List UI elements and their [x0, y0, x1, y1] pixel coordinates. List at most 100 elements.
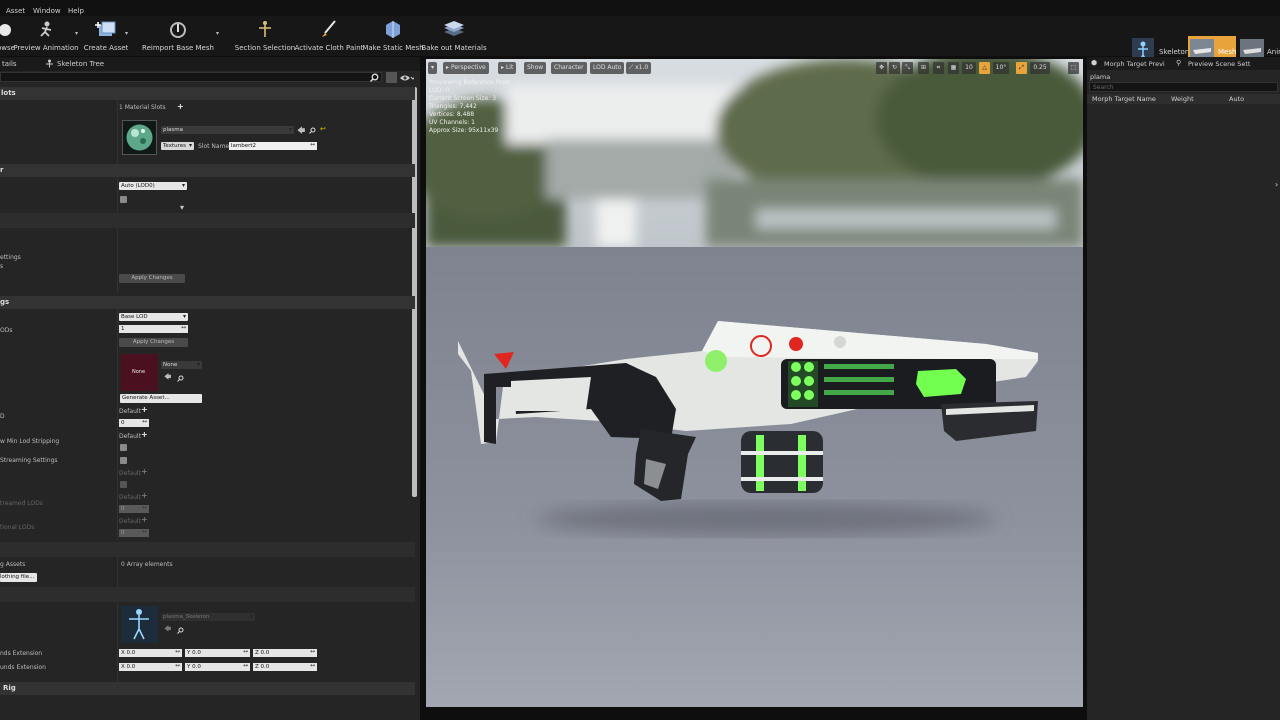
arrow-left-icon[interactable]: 🡄	[297, 125, 305, 139]
lod-auto-button[interactable]: LOD Auto	[590, 62, 625, 74]
none-dropdown[interactable]: None	[161, 361, 202, 369]
arrow-left-icon[interactable]: 🡄	[164, 625, 171, 636]
add-override-icon[interactable]: +	[141, 467, 148, 476]
apply-changes-button[interactable]: Apply Changes	[119, 274, 185, 283]
default-value-input-2[interactable]: 0	[119, 504, 149, 513]
lod-dropdown[interactable]: Auto (LOD0)	[119, 182, 187, 190]
speed-button[interactable]: ⟋ x1.0	[626, 62, 652, 74]
rotation-snap-value[interactable]: 10°	[993, 62, 1009, 74]
streaming-checkbox[interactable]	[120, 457, 127, 464]
grid-snap-value[interactable]: 10	[962, 62, 976, 74]
preview-viewport[interactable]: ▾ ▸ Perspective ▸ Lit Show Character LOD…	[426, 59, 1083, 707]
lit-button[interactable]: ▸ Lit	[498, 62, 517, 74]
bounds-y-input-1[interactable]: Y 0.0	[185, 648, 250, 657]
info-line: UV Channels: 1	[429, 119, 475, 126]
add-override-icon[interactable]: +	[141, 515, 148, 524]
column-divider	[117, 602, 118, 682]
translate-icon[interactable]: ✥	[876, 62, 887, 74]
search-icon[interactable]	[177, 375, 184, 382]
material-thumbnail[interactable]	[122, 120, 157, 155]
rotate-icon[interactable]: ↻	[889, 62, 900, 74]
category-rig[interactable]: Rig	[0, 682, 415, 695]
info-line: Previewing Reference Pose	[429, 79, 510, 86]
disabled-checkbox[interactable]	[120, 481, 127, 488]
category-lod-settings[interactable]: gs	[0, 296, 415, 309]
eye-icon[interactable]	[400, 74, 414, 82]
maximize-viewport-icon[interactable]: ⬚	[1068, 62, 1079, 74]
world-local-icon[interactable]: ⊞	[918, 62, 929, 74]
add-override-icon[interactable]: +	[141, 405, 148, 414]
chevron-down-icon[interactable]: ▾	[125, 30, 128, 37]
morph-search-input[interactable]: Search	[1089, 82, 1278, 92]
tab-details[interactable]: tails	[2, 57, 17, 71]
show-button[interactable]: Show	[524, 62, 547, 74]
generate-asset-button[interactable]: Generate Asset...	[120, 394, 202, 403]
arrow-left-icon[interactable]: 🡄	[164, 373, 171, 384]
base-lod-dropdown[interactable]: Base LOD	[119, 313, 188, 321]
browse-button[interactable]: owse	[0, 20, 15, 52]
bounds-x-input-2[interactable]: X 0.0	[119, 662, 182, 671]
reset-arrow-icon[interactable]: ↩	[320, 125, 326, 133]
scrollbar[interactable]	[412, 87, 417, 497]
paint-brush-icon	[322, 20, 336, 37]
skeleton-dropdown[interactable]: plasma_Skeleton	[161, 613, 255, 621]
scale-snap-icon[interactable]: ⤢	[1016, 62, 1027, 74]
grid-snap-icon[interactable]: ▦	[948, 62, 959, 74]
default-value-input-3[interactable]: 0	[119, 528, 149, 537]
bake-out-materials-button[interactable]: Bake out Materials	[421, 20, 487, 52]
bounds-y-input-2[interactable]: Y 0.0	[185, 662, 250, 671]
browse-icon	[0, 24, 11, 36]
material-dropdown[interactable]: plasma	[161, 126, 294, 134]
skeleton-thumbnail[interactable]	[121, 606, 158, 643]
bounds-x-input-1[interactable]: X 0.0	[119, 648, 182, 657]
rotation-snap-icon[interactable]: △	[979, 62, 990, 74]
create-asset-button[interactable]: Create Asset	[84, 20, 128, 52]
streaming-settings-label: Streaming Settings	[0, 457, 58, 464]
add-material-slot-icon[interactable]: +	[177, 102, 184, 111]
section-selection-button[interactable]: Section Selection	[235, 20, 295, 52]
slot-name-input[interactable]: lambert2	[229, 141, 317, 150]
tab-preview-scene-settings[interactable]: Preview Scene Sett	[1188, 60, 1250, 68]
add-override-icon[interactable]: +	[141, 491, 148, 500]
col-auto[interactable]: Auto	[1229, 95, 1244, 103]
chevron-down-icon[interactable]: ▾	[216, 30, 219, 37]
make-static-mesh-button[interactable]: Make Static Mesh	[362, 20, 424, 52]
expand-chevron-icon[interactable]: ▾	[180, 203, 184, 212]
tab-morph-target-preview[interactable]: Morph Target Previ	[1104, 60, 1165, 68]
bounds-z-input-1[interactable]: Z 0.0	[253, 648, 317, 657]
col-morph-target-name[interactable]: Morph Target Name	[1092, 95, 1156, 103]
perspective-button[interactable]: ▸ Perspective	[443, 62, 489, 74]
search-icon[interactable]	[370, 73, 379, 82]
num-lods-input[interactable]: 1	[119, 324, 188, 333]
menu-asset[interactable]: Asset	[6, 7, 25, 15]
clothing-file-button[interactable]: lothing file...	[0, 573, 37, 582]
chevron-down-icon[interactable]: ▾	[75, 30, 78, 37]
default-value-input-1[interactable]: 0	[119, 418, 149, 427]
menu-window[interactable]: Window	[33, 7, 61, 15]
category-material-slots[interactable]: lots	[0, 87, 415, 100]
scale-icon[interactable]: ⤡	[902, 62, 913, 74]
preview-animation-button[interactable]: Preview Animation	[13, 20, 79, 52]
lod-checkbox[interactable]	[120, 196, 127, 203]
reimport-base-mesh-button[interactable]: Reimport Base Mesh	[142, 20, 214, 52]
min-lod-stripping-checkbox[interactable]	[120, 444, 127, 451]
menu-help[interactable]: Help	[68, 7, 84, 15]
bounds-z-input-2[interactable]: Z 0.0	[253, 662, 317, 671]
tab-skeleton-tree[interactable]: Skeleton Tree	[57, 57, 104, 71]
textures-dropdown[interactable]: Textures	[161, 142, 194, 150]
details-search-input[interactable]	[0, 72, 382, 82]
search-icon[interactable]	[177, 627, 184, 634]
search-icon[interactable]	[309, 127, 316, 134]
character-button[interactable]: Character	[551, 62, 587, 74]
viewport-options-button[interactable]: ▾	[428, 62, 438, 74]
apply-changes-button-2[interactable]: Apply Changes	[119, 338, 188, 347]
col-weight[interactable]: Weight	[1171, 95, 1194, 103]
material-sphere-icon	[126, 124, 153, 151]
activate-cloth-paint-button[interactable]: Activate Cloth Paint	[295, 20, 363, 52]
category-lod[interactable]: r	[0, 164, 415, 177]
scale-snap-value[interactable]: 0.25	[1030, 62, 1050, 74]
none-thumbnail[interactable]: None	[121, 354, 158, 391]
property-matrix-icon[interactable]	[386, 72, 397, 83]
surface-snap-icon[interactable]: ⌗	[933, 62, 944, 74]
add-override-icon[interactable]: +	[141, 430, 148, 439]
